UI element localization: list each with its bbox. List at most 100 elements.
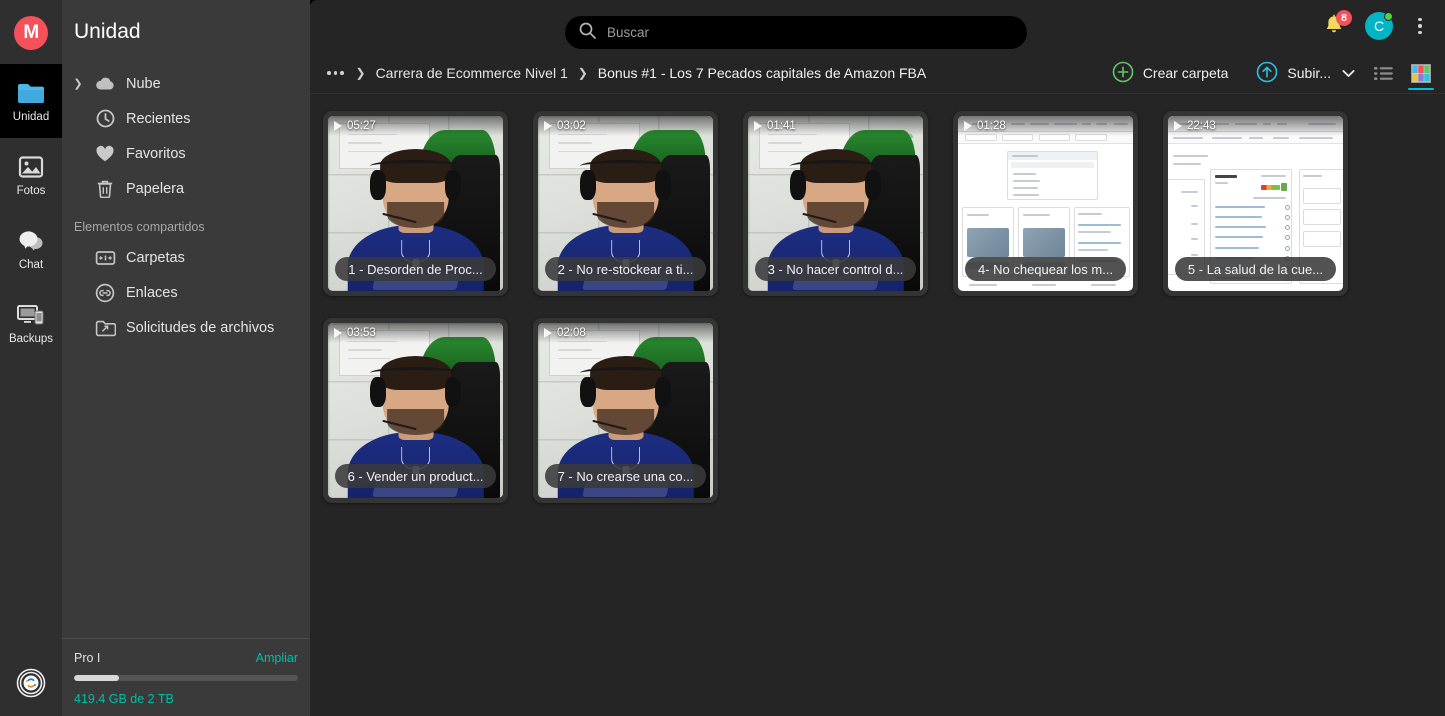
sidebar-item-enlaces[interactable]: ❯ Enlaces: [62, 275, 310, 310]
rail-items: Unidad Fotos Chat Backups: [0, 64, 62, 360]
clock-icon: [94, 108, 116, 130]
breadcrumb-item-0[interactable]: Carrera de Ecommerce Nivel 1: [376, 65, 568, 81]
view-toggle: [1371, 60, 1434, 90]
video-duration: 02:08: [557, 327, 586, 339]
sidebar-item-nube[interactable]: ❯ Nube: [62, 66, 310, 101]
headset-earcup-right: [445, 377, 461, 407]
sidebar-item-label: Papelera: [126, 180, 185, 197]
headset-earcup-left: [370, 377, 386, 407]
headset-earcup-left: [580, 170, 596, 200]
sidebar-item-label: Solicitudes de archivos: [126, 319, 275, 336]
headset-earcup-right: [865, 170, 881, 200]
file-name: 7 - No crearse una co...: [557, 468, 694, 484]
chevron-right-icon: ❯: [577, 66, 588, 80]
online-status-dot: [1384, 12, 1393, 21]
duration-overlay: 05:27: [328, 116, 503, 136]
file-name: 1 - Desorden de Proc...: [348, 261, 483, 277]
folder-icon: [16, 79, 46, 107]
notifications-badge: 8: [1336, 10, 1352, 26]
duration-overlay: 01:41: [748, 116, 923, 136]
create-folder-label: Crear carpeta: [1142, 65, 1229, 81]
file-thumbnail: 22:43 5 - La salud de la cue...: [1168, 116, 1343, 291]
file-card[interactable]: 01:28 4- No chequear los m...: [953, 111, 1138, 296]
file-thumbnail: 05:27 1 - Desorden de Proc...: [328, 116, 503, 291]
file-thumbnail: 01:28 4- No chequear los m...: [958, 116, 1133, 291]
headset-band: [580, 366, 671, 379]
kebab-menu-icon[interactable]: [1411, 15, 1429, 37]
link-icon: [94, 282, 116, 304]
file-card[interactable]: 22:43 5 - La salud de la cue...: [1163, 111, 1348, 296]
search-input[interactable]: Buscar: [565, 16, 1027, 49]
mega-logo[interactable]: M: [14, 16, 48, 50]
headset-band: [370, 159, 461, 172]
storage-progress-bar: [74, 675, 298, 681]
upgrade-link[interactable]: Ampliar: [256, 651, 298, 665]
sidebar-item-favoritos[interactable]: ❯ Favoritos: [62, 136, 310, 171]
file-thumbnail: 02:08 7 - No crearse una co...: [538, 323, 713, 498]
avatar[interactable]: C: [1365, 12, 1393, 40]
file-card[interactable]: 02:08 7 - No crearse una co...: [533, 318, 718, 503]
headset-band: [370, 366, 461, 379]
main-panel: Buscar 8 C ❯ Carrera de Ecommerce Nivel …: [310, 0, 1445, 716]
sidebar-item-label: Recientes: [126, 110, 191, 127]
sidebar-item-solicitudes-archivos[interactable]: ❯ Solicitudes de archivos: [62, 310, 310, 345]
file-thumbnail: $ 01:41 3 - No hacer control d...: [748, 116, 923, 291]
file-card[interactable]: 05:27 1 - Desorden de Proc...: [323, 111, 508, 296]
chevron-right-icon: ❯: [355, 66, 366, 80]
file-card[interactable]: 03:53 6 - Vender un product...: [323, 318, 508, 503]
search-icon: [579, 22, 596, 44]
action-buttons: Crear carpeta Subir...: [1098, 52, 1434, 94]
rail-item-label: Chat: [18, 258, 44, 271]
file-name: 2 - No re-stockear a ti...: [557, 261, 694, 277]
search-placeholder: Buscar: [607, 25, 650, 40]
file-name-pill: 6 - Vender un product...: [335, 464, 496, 488]
file-name-pill: 4- No chequear los m...: [965, 257, 1126, 281]
upload-button[interactable]: Subir...: [1242, 61, 1345, 86]
plan-row: Pro I Ampliar: [74, 651, 298, 665]
file-name-pill: 5 - La salud de la cue...: [1175, 257, 1336, 281]
rail-item-backups[interactable]: Backups: [0, 286, 62, 360]
file-card[interactable]: 03:02 2 - No re-stockear a ti...: [533, 111, 718, 296]
file-card[interactable]: $ 01:41 3 - No hacer control d...: [743, 111, 928, 296]
play-icon: [334, 328, 342, 338]
sidebar-item-papelera[interactable]: ❯ Papelera: [62, 171, 310, 206]
play-icon: [334, 121, 342, 131]
headset-earcup-right: [445, 170, 461, 200]
devices-icon: [16, 301, 46, 329]
list-view-icon[interactable]: [1371, 60, 1395, 86]
video-duration: 03:02: [557, 120, 586, 132]
breadcrumb-overflow-icon[interactable]: [325, 67, 346, 79]
heart-icon: [94, 143, 116, 165]
shared-folder-icon: [94, 247, 116, 269]
play-icon: [544, 121, 552, 131]
sidebar-title: Unidad: [74, 20, 141, 43]
chevron-right-icon[interactable]: ❯: [72, 77, 84, 90]
sidebar-section-label: Elementos compartidos: [74, 220, 205, 234]
file-name-pill: 1 - Desorden de Proc...: [335, 257, 496, 281]
rail-item-unidad[interactable]: Unidad: [0, 64, 62, 138]
cloud-icon: [94, 73, 116, 95]
photo-icon: [16, 153, 46, 181]
sync-icon[interactable]: [16, 668, 46, 698]
notifications-button[interactable]: 8: [1323, 10, 1352, 39]
topbar-actions: 8 C: [1323, 10, 1429, 40]
person-beard: [596, 408, 655, 435]
sidebar-item-recientes[interactable]: ❯ Recientes: [62, 101, 310, 136]
buyer-messages-panel: [1007, 151, 1098, 200]
plus-circle-icon: [1112, 61, 1134, 86]
rail-item-fotos[interactable]: Fotos: [0, 138, 62, 212]
rail-item-chat[interactable]: Chat: [0, 212, 62, 286]
duration-overlay: 01:28: [958, 116, 1133, 136]
file-thumbnail: 03:02 2 - No re-stockear a ti...: [538, 116, 713, 291]
duration-overlay: 02:08: [538, 323, 713, 343]
rail-item-label: Backups: [8, 332, 54, 345]
chevron-down-icon[interactable]: [1341, 66, 1355, 80]
sidebar-item-carpetas[interactable]: ❯ Carpetas: [62, 240, 310, 275]
grid-view-icon[interactable]: [1408, 60, 1434, 90]
breadcrumb-item-1[interactable]: Bonus #1 - Los 7 Pecados capitales de Am…: [598, 65, 926, 81]
video-duration: 01:28: [977, 120, 1006, 132]
file-thumbnail: 03:53 6 - Vender un product...: [328, 323, 503, 498]
create-folder-button[interactable]: Crear carpeta: [1098, 61, 1243, 86]
file-name: 5 - La salud de la cue...: [1187, 261, 1324, 277]
sidebar: Unidad ❯ Nube ❯ Recientes: [62, 0, 310, 716]
